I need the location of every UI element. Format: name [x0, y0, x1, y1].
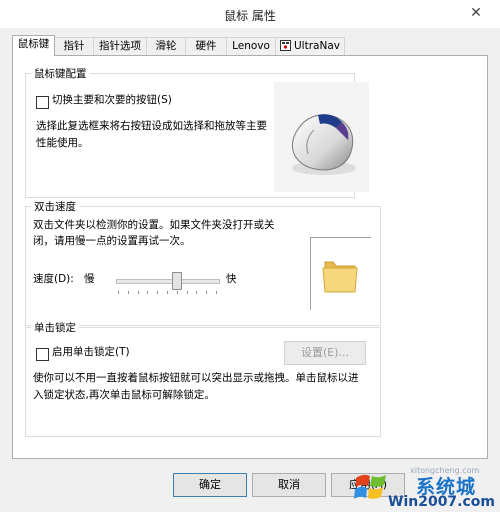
close-button[interactable]: ✕: [458, 3, 494, 23]
double-click-speed-slider[interactable]: [116, 279, 220, 284]
slider-tick: [216, 291, 217, 294]
windows-logo-icon: [354, 474, 386, 499]
ultranav-trackpoint-icon: [280, 40, 291, 51]
speed-label: 速度(D):: [33, 273, 74, 285]
slider-tick: [157, 291, 159, 294]
tab-pointers[interactable]: 指针: [54, 37, 94, 55]
slider-tick: [186, 291, 188, 294]
mouse-properties-dialog: 鼠标 属性 ✕ 鼠标键 指针 指针选项 滑轮 硬件 Lenovo UltraNa…: [0, 0, 500, 512]
tab-label: 指针选项: [99, 40, 141, 52]
test-area[interactable]: [310, 237, 371, 310]
title-bar: 鼠标 属性 ✕: [0, 0, 500, 28]
slider-tick: [137, 291, 139, 294]
double-click-group: 双击速度 双击文件夹以检测你的设置。如果文件夹没打开或关 闭，请用慢一点的设置再…: [25, 199, 381, 326]
tab-pointer-options[interactable]: 指针选项: [93, 37, 147, 55]
switch-buttons-checkbox[interactable]: [36, 96, 49, 109]
slider-thumb[interactable]: [172, 272, 183, 290]
slider-tick: [147, 291, 149, 294]
tab-label: UltraNav: [294, 40, 340, 52]
button-configuration-group: 鼠标键配置 切换主要和次要的按钮(S) 选择此复选框来将右按钮设成如选择和拖放等…: [25, 66, 369, 198]
slider-tick: [206, 291, 208, 294]
fast-label: 快: [226, 273, 237, 285]
enable-click-lock-label[interactable]: 启用单击锁定(T): [52, 344, 130, 361]
tab-wheel[interactable]: 滑轮: [146, 37, 186, 55]
mouse-icon: [291, 114, 356, 175]
tab-ultranav[interactable]: UltraNav: [275, 37, 345, 55]
watermark-brand: Win2007.com: [388, 494, 495, 510]
click-lock-description: 入锁定状态,再次单击鼠标可解除锁定。: [33, 389, 215, 401]
click-lock-description: 使你可以不用一直按着鼠标按钮就可以突出显示或拖拽。单击鼠标以进: [33, 372, 359, 384]
mouse-preview: [274, 82, 369, 192]
folder-icon: [322, 261, 358, 293]
double-click-description: 双击文件夹以检测你的设置。如果文件夹没打开或关: [33, 219, 275, 231]
group-label: 鼠标键配置: [31, 66, 90, 81]
group-label: 双击速度: [31, 199, 79, 214]
watermark: xitongcheng.com 系统城 Win2007.com: [350, 466, 500, 512]
tab-label: Lenovo: [232, 40, 270, 52]
click-lock-settings-button[interactable]: 设置(E)...: [284, 341, 366, 365]
tab-hardware[interactable]: 硬件: [185, 37, 227, 55]
tab-mouse-buttons[interactable]: 鼠标键: [12, 35, 55, 56]
slider-tick: [167, 291, 168, 294]
slow-label: 慢: [84, 273, 95, 285]
double-click-description: 闭，请用慢一点的设置再试一次。: [33, 235, 191, 247]
ok-button[interactable]: 确定: [173, 473, 247, 497]
window-title: 鼠标 属性: [224, 9, 276, 23]
tab-label: 鼠标键: [17, 38, 50, 50]
tab-lenovo[interactable]: Lenovo: [226, 37, 276, 55]
slider-tick: [118, 291, 119, 294]
button-config-description: 性能使用。: [36, 137, 89, 149]
cancel-button[interactable]: 取消: [252, 473, 326, 497]
tab-panel: 鼠标键配置 切换主要和次要的按钮(S) 选择此复选框来将右按钮设成如选择和拖放等…: [12, 55, 488, 459]
enable-click-lock-checkbox[interactable]: [36, 348, 49, 361]
tab-label: 硬件: [195, 40, 217, 52]
slider-tick: [196, 291, 198, 294]
switch-buttons-label[interactable]: 切换主要和次要的按钮(S): [52, 92, 172, 109]
group-label: 单击锁定: [31, 320, 79, 335]
click-lock-group: 单击锁定 启用单击锁定(T) 设置(E)... 使你可以不用一直按着鼠标按钮就可…: [25, 320, 381, 437]
tab-label: 指针: [63, 40, 85, 52]
slider-tick: [176, 291, 178, 294]
button-config-description: 选择此复选框来将右按钮设成如选择和拖放等主要: [36, 120, 267, 132]
tab-label: 滑轮: [155, 40, 177, 52]
slider-tick: [127, 291, 129, 294]
